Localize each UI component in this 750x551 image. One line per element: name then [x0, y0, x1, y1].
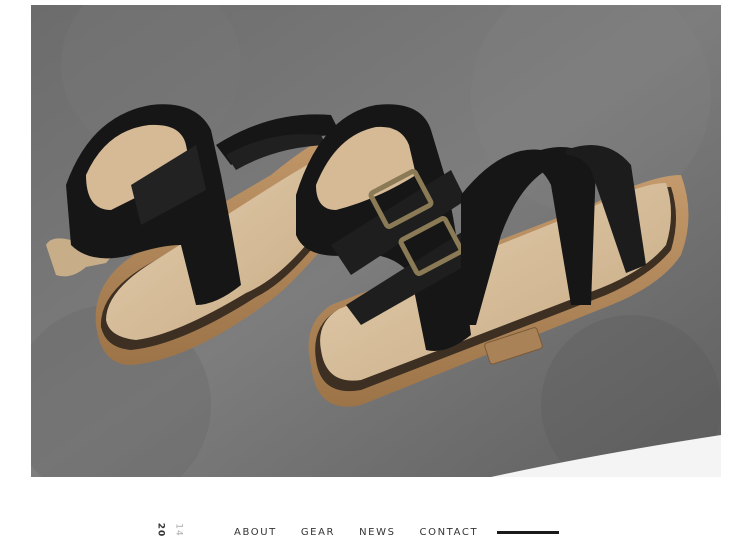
sandals-image	[31, 5, 721, 477]
year-main: 20	[155, 522, 166, 538]
nav-news-link[interactable]: NEWS	[359, 527, 395, 539]
nav-menu: ABOUT GEAR NEWS CONTACT	[234, 527, 478, 539]
year-sub: 14	[173, 523, 184, 537]
nav-about-link[interactable]: ABOUT	[234, 527, 277, 539]
bottom-nav	[0, 477, 750, 551]
nav-gear-link[interactable]: GEAR	[301, 527, 335, 539]
product-photo	[31, 5, 721, 477]
nav-active-underline	[497, 531, 559, 534]
nav-contact-link[interactable]: CONTACT	[420, 527, 479, 539]
year-indicator: 20 14	[152, 519, 188, 545]
